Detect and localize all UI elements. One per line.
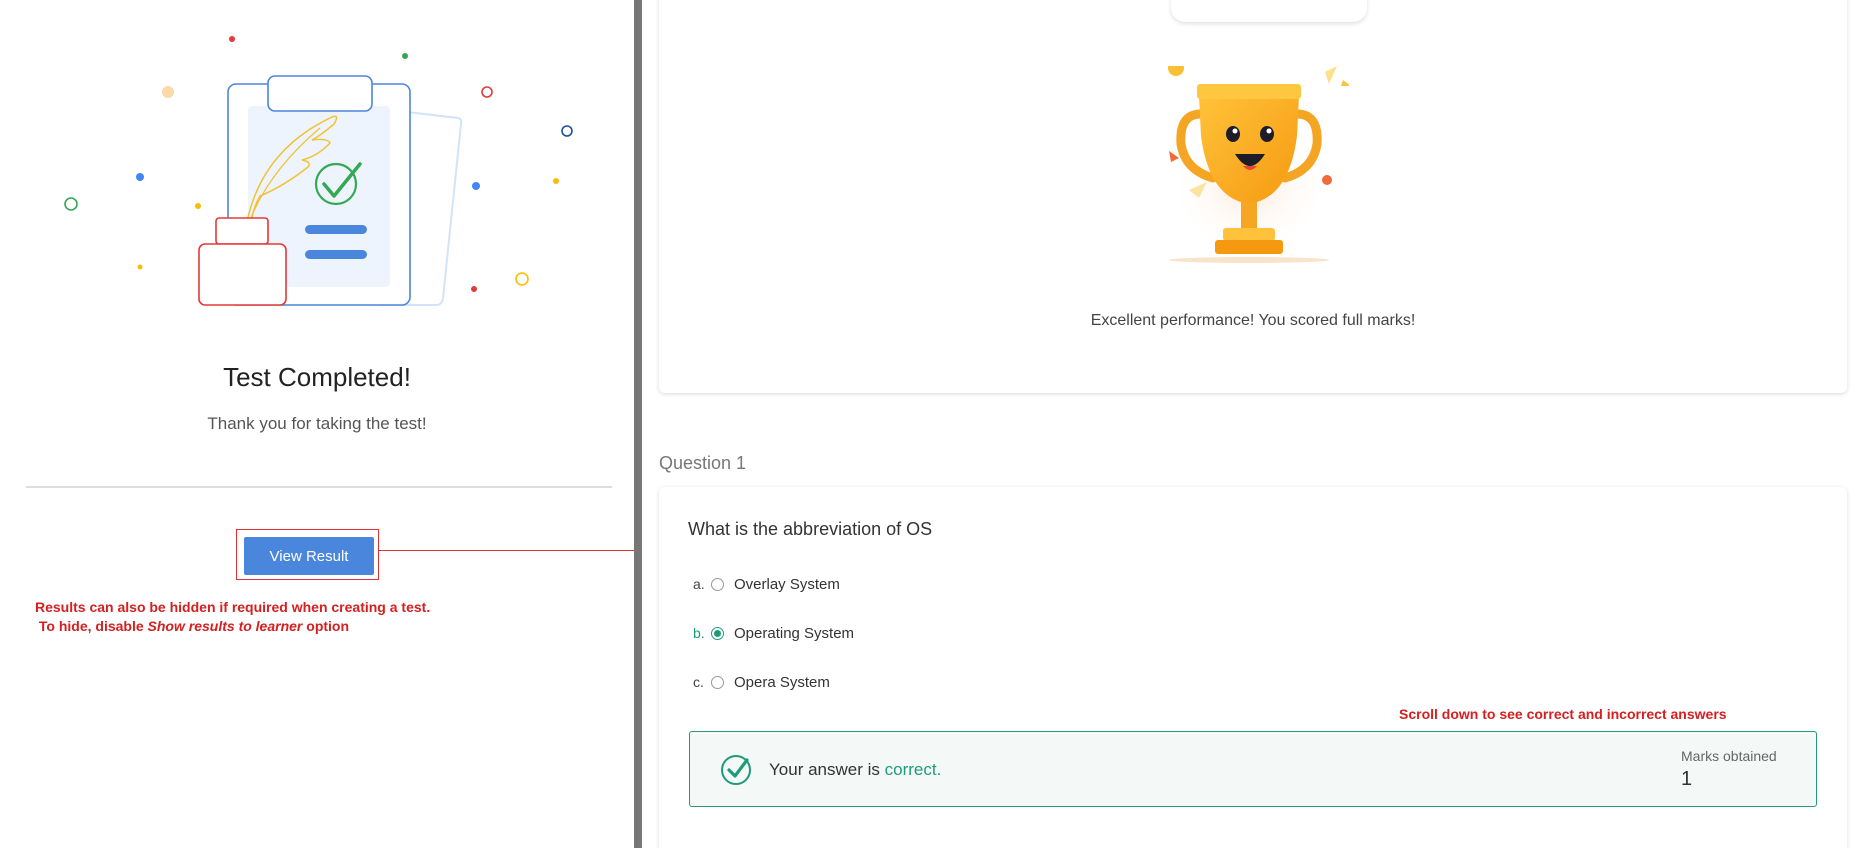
note-line-2-prefix: To hide, disable xyxy=(35,618,148,634)
question-number: Question 1 xyxy=(659,453,747,473)
score-card-tab xyxy=(1171,0,1367,22)
note-line-2-suffix: option xyxy=(302,618,350,634)
option-text: Opera System xyxy=(734,673,830,691)
marks-label: Marks obtained xyxy=(1681,748,1777,764)
option-c[interactable]: c. Opera System xyxy=(693,671,830,693)
thank-you-text: Thank you for taking the test! xyxy=(207,414,427,433)
trophy-icon xyxy=(1168,66,1349,263)
option-letter: c. xyxy=(693,674,704,690)
divider-line xyxy=(26,486,612,488)
score-card: Excellent performance! You scored full m… xyxy=(659,0,1847,393)
scroll-annotation: Scroll down to see correct and incorrect… xyxy=(1399,706,1727,722)
question-card: What is the abbreviation of OS a. Overla… xyxy=(659,487,1847,848)
result-panel[interactable]: Excellent performance! You scored full m… xyxy=(642,0,1856,848)
answer-status-text: Your answer is correct. xyxy=(769,760,941,780)
page-title: Test Completed! xyxy=(223,362,411,392)
option-letter: a. xyxy=(693,576,705,592)
radio-button[interactable] xyxy=(711,675,724,689)
view-result-button[interactable]: View Result xyxy=(244,537,374,575)
radio-button[interactable] xyxy=(711,577,724,591)
test-complete-illustration xyxy=(64,36,573,306)
question-text: What is the abbreviation of OS xyxy=(688,519,933,539)
marks-value: 1 xyxy=(1681,768,1693,790)
answer-prefix: Your answer is xyxy=(769,760,885,779)
option-text: Overlay System xyxy=(734,575,840,593)
note-line-2-emph: Show results to learner xyxy=(147,618,303,634)
answer-status: correct. xyxy=(884,760,942,779)
option-text: Operating System xyxy=(734,624,855,642)
option-b[interactable]: b. Operating System xyxy=(693,622,854,644)
result-message: Excellent performance! You scored full m… xyxy=(1090,312,1416,329)
option-letter: b. xyxy=(693,625,705,641)
answer-feedback: Your answer is correct. Marks obtained 1 xyxy=(689,731,1817,807)
option-a[interactable]: a. Overlay System xyxy=(693,573,840,595)
completion-panel: Test Completed! Thank you for taking the… xyxy=(0,0,634,848)
check-circle-icon xyxy=(721,755,751,785)
annotation-connector xyxy=(379,550,634,551)
panel-divider xyxy=(634,0,642,848)
annotation-note: Results can also be hidden if required w… xyxy=(35,598,430,636)
note-line-1: Results can also be hidden if required w… xyxy=(35,599,431,615)
radio-button-selected[interactable] xyxy=(711,626,724,640)
